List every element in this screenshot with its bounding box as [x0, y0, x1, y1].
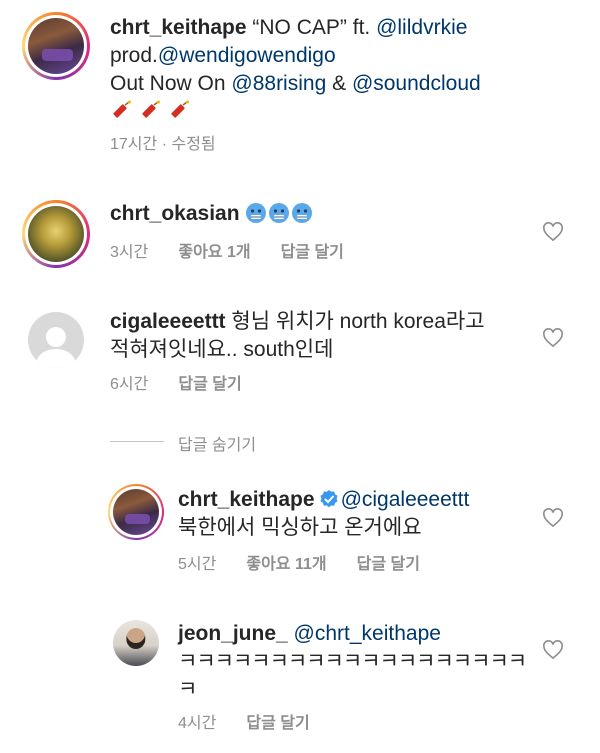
reply-meta: 5시간 좋아요 11개 답글 달기	[178, 554, 450, 576]
divider	[110, 441, 164, 442]
caption-text: chrt_keithape “NO CAP” ft. @lildvrkie pr…	[110, 14, 590, 126]
mention-link[interactable]: @lildvrkie	[376, 16, 467, 39]
reply-text: chrt_keithape @cigaleeeettt 북한에서 믹싱하고 온거에…	[178, 488, 470, 539]
caption-meta: 17시간 · 수정됨	[110, 134, 246, 156]
comment-text: cigaleeeettt 형님 위치가 north korea라고 적혀져잇네요…	[110, 310, 485, 361]
reply-text: jeon_june_ @chrt_keithape ㅋㅋㅋㅋㅋㅋㅋㅋㅋㅋㅋㅋㅋㅋ…	[178, 622, 527, 701]
timestamp: 17시간	[110, 136, 158, 153]
comment-meta: 3시간 좋아요 1개 답글 달기	[110, 242, 374, 264]
reply-button[interactable]: 답글 달기	[178, 376, 241, 393]
caption-username[interactable]: chrt_keithape	[110, 16, 247, 39]
reply-item: chrt_keithape @cigaleeeettt 북한에서 믹싱하고 온거에…	[0, 478, 600, 588]
avatar[interactable]	[28, 18, 84, 74]
mention-link[interactable]: @wendigowendigo	[158, 44, 336, 67]
comment-item: chrt_okasian 3시간 좋아요 1개 답글 달기	[0, 190, 600, 290]
mention-link[interactable]: @chrt_keithape	[294, 622, 441, 645]
timestamp: 4시간	[178, 715, 217, 732]
cold-face-icon	[246, 203, 267, 223]
likes-count[interactable]: 좋아요 11개	[246, 556, 326, 573]
avatar[interactable]	[28, 206, 84, 262]
mention-link[interactable]: @cigaleeeettt	[341, 488, 470, 511]
comment-meta: 6시간 답글 달기	[110, 374, 272, 396]
cold-face-icon	[292, 203, 313, 223]
avatar[interactable]	[113, 489, 159, 535]
comment-text: chrt_okasian	[110, 200, 530, 228]
heart-icon[interactable]	[542, 508, 564, 528]
firecracker-icon	[113, 100, 131, 118]
reply-button[interactable]: 답글 달기	[281, 244, 344, 261]
reply-meta: 4시간 답글 달기	[178, 713, 340, 735]
likes-count[interactable]: 좋아요 1개	[178, 244, 250, 261]
mention-link[interactable]: @88rising	[231, 72, 326, 95]
mention-link[interactable]: @soundcloud	[352, 72, 481, 95]
comment-username[interactable]: chrt_okasian	[110, 202, 240, 225]
reply-username[interactable]: chrt_keithape	[178, 488, 315, 511]
verified-badge-icon	[320, 490, 338, 508]
heart-icon[interactable]	[542, 328, 564, 348]
hide-replies-button[interactable]: 답글 숨기기	[178, 431, 256, 455]
comment-item: cigaleeeettt 형님 위치가 north korea라고 적혀져잇네요…	[0, 300, 600, 420]
caption: chrt_keithape “NO CAP” ft. @lildvrkie pr…	[0, 0, 600, 170]
timestamp: 3시간	[110, 244, 149, 261]
edited-label: · 수정됨	[157, 136, 216, 153]
heart-icon[interactable]	[542, 640, 564, 660]
timestamp: 6시간	[110, 376, 149, 393]
reply-button[interactable]: 답글 달기	[357, 556, 420, 573]
comment-username[interactable]: cigaleeeettt	[110, 310, 226, 333]
reply-button[interactable]: 답글 달기	[246, 715, 309, 732]
avatar[interactable]	[28, 312, 84, 368]
firecracker-icon	[171, 100, 189, 118]
cold-face-icon	[269, 203, 290, 223]
firecracker-icon	[142, 100, 160, 118]
heart-icon[interactable]	[542, 222, 564, 242]
reply-item: jeon_june_ @chrt_keithape ㅋㅋㅋㅋㅋㅋㅋㅋㅋㅋㅋㅋㅋㅋ…	[0, 612, 600, 753]
avatar[interactable]	[113, 620, 159, 666]
timestamp: 5시간	[178, 556, 217, 573]
firecracker-emojis	[110, 100, 191, 123]
reply-username[interactable]: jeon_june_	[178, 622, 288, 645]
